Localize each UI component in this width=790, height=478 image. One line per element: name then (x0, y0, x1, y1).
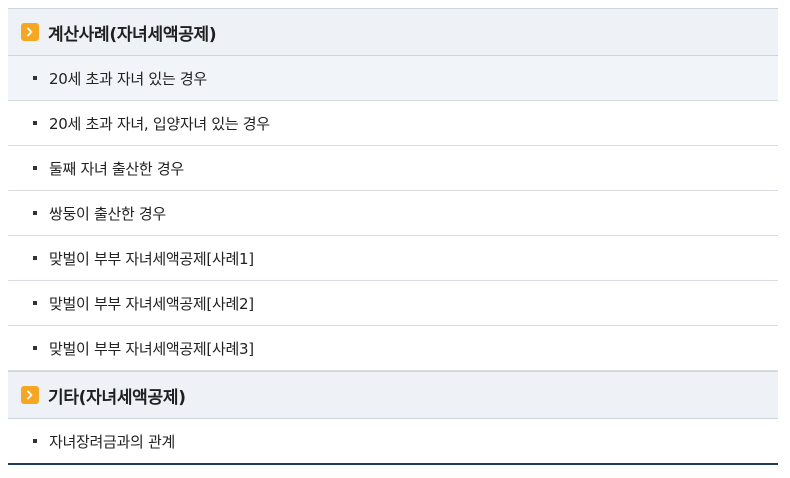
menu-item-label: 쌍둥이 출산한 경우 (49, 204, 166, 223)
bullet-icon (33, 256, 37, 260)
menu-item-label: 맞벌이 부부 자녀세액공제[사례1] (49, 249, 254, 268)
section-header-other[interactable]: 기타(자녀세액공제) (8, 371, 778, 419)
menu-item-second-child-birth[interactable]: 둘째 자녀 출산한 경우 (8, 146, 778, 191)
bullet-icon (33, 301, 37, 305)
menu-item-dual-income-case-1[interactable]: 맞벌이 부부 자녀세액공제[사례1] (8, 236, 778, 281)
bullet-icon (33, 166, 37, 170)
menu-item-label: 20세 초과 자녀, 입양자녀 있는 경우 (49, 114, 270, 133)
menu-item-twins-birth[interactable]: 쌍둥이 출산한 경우 (8, 191, 778, 236)
menu-item-label: 맞벌이 부부 자녀세액공제[사례2] (49, 294, 254, 313)
submenu-list: 계산사례(자녀세액공제) 20세 초과 자녀 있는 경우 20세 초과 자녀, … (8, 8, 778, 465)
bullet-icon (33, 439, 37, 443)
menu-item-over-20-child[interactable]: 20세 초과 자녀 있는 경우 (8, 56, 778, 101)
menu-item-label: 자녀장려금과의 관계 (49, 432, 175, 451)
section-title: 기타(자녀세액공제) (48, 387, 186, 408)
menu-item-dual-income-case-3[interactable]: 맞벌이 부부 자녀세액공제[사례3] (8, 326, 778, 371)
menu-item-label: 20세 초과 자녀 있는 경우 (49, 69, 207, 88)
menu-item-dual-income-case-2[interactable]: 맞벌이 부부 자녀세액공제[사례2] (8, 281, 778, 326)
section-header-calculation-examples[interactable]: 계산사례(자녀세액공제) (8, 8, 778, 56)
bullet-icon (33, 211, 37, 215)
menu-item-over-20-adopted-child[interactable]: 20세 초과 자녀, 입양자녀 있는 경우 (8, 101, 778, 146)
menu-item-label: 맞벌이 부부 자녀세액공제[사례3] (49, 339, 254, 358)
bullet-icon (33, 121, 37, 125)
chevron-right-icon (21, 23, 39, 41)
section-title: 계산사례(자녀세액공제) (48, 24, 217, 45)
bullet-icon (33, 346, 37, 350)
chevron-right-icon (21, 386, 39, 404)
menu-item-child-incentive-relation[interactable]: 자녀장려금과의 관계 (8, 419, 778, 465)
menu-item-label: 둘째 자녀 출산한 경우 (49, 159, 184, 178)
bullet-icon (33, 76, 37, 80)
